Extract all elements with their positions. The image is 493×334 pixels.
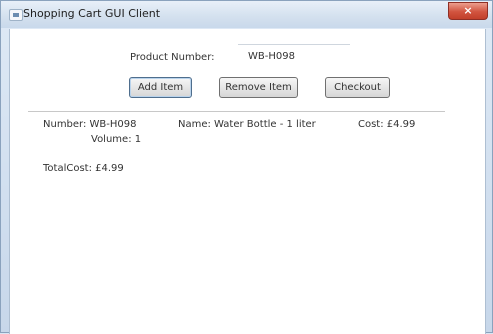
title-bar[interactable]: Shopping Cart GUI Client × [1, 1, 492, 28]
main-window: Shopping Cart GUI Client × Product Numbe… [0, 0, 493, 334]
close-icon[interactable]: × [448, 2, 488, 20]
item-volume: Volume: 1 [91, 134, 142, 145]
checkout-button[interactable]: Checkout [325, 77, 390, 98]
add-item-button[interactable]: Add Item [129, 77, 192, 98]
product-number-label: Product Number: [130, 52, 215, 63]
app-icon [9, 9, 23, 21]
item-cost: Cost: £4.99 [358, 119, 416, 130]
item-number: Number: WB-H098 [43, 119, 137, 130]
client-area: Product Number: Add Item Remove Item Che… [9, 29, 486, 334]
total-cost: TotalCost: £4.99 [43, 163, 124, 174]
divider [28, 111, 445, 112]
remove-item-button[interactable]: Remove Item [219, 77, 298, 98]
product-number-input[interactable] [238, 44, 350, 64]
item-name: Name: Water Bottle - 1 liter [178, 119, 316, 130]
window-title: Shopping Cart GUI Client [23, 7, 161, 20]
